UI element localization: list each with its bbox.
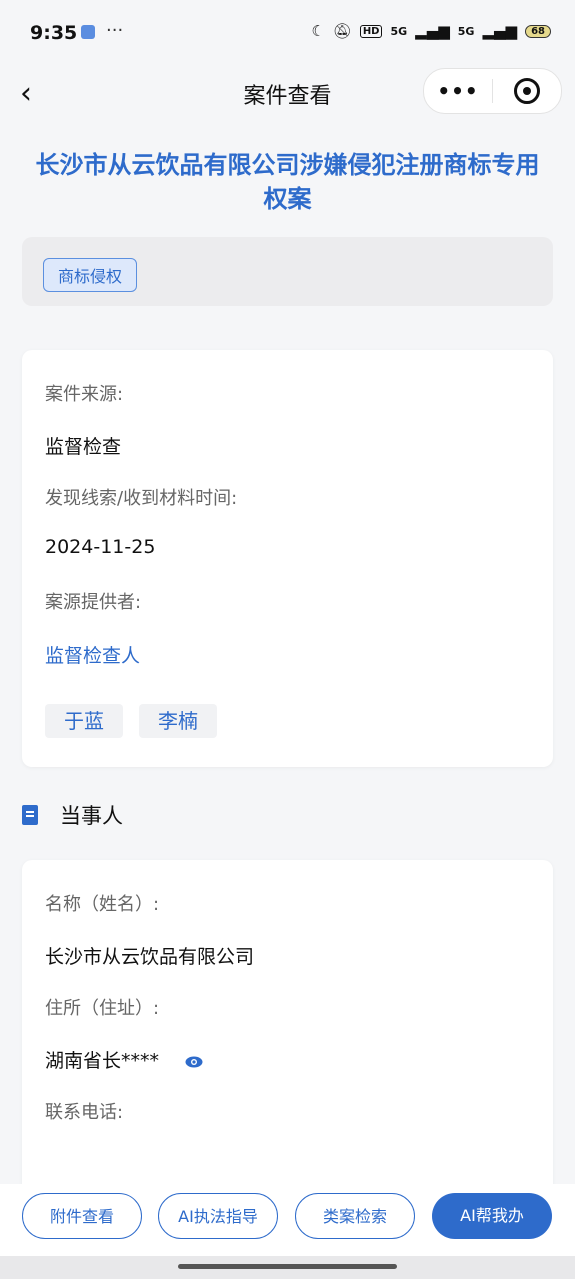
more-button[interactable]: ••• xyxy=(424,79,492,103)
phone-label: 联系电话: xyxy=(45,1102,124,1123)
ai-guide-button[interactable]: AI执法指导 xyxy=(158,1193,278,1239)
provider-label: 案源提供者: xyxy=(45,592,142,613)
case-title: 长沙市从云饮品有限公司涉嫌侵犯注册商标专用权案 xyxy=(35,151,540,213)
nav-bar: ‹ 案件查看 ••• xyxy=(0,68,575,116)
person-chip: 李楠 xyxy=(139,704,217,738)
mute-icon: 🔕︎ xyxy=(332,22,352,40)
case-info-card: 案件来源: 监督检查 发现线索/收到材料时间: 2024-11-25 案源提供者… xyxy=(22,350,553,767)
status-more: ··· xyxy=(106,20,124,41)
target-icon xyxy=(514,78,540,104)
status-bar: 9:35 ··· ☾ 🔕︎ HD 5G ▂▄▆ 5G ▂▄▆ 68 xyxy=(0,0,575,70)
similar-cases-button[interactable]: 类案检索 xyxy=(295,1193,415,1239)
signal-icon-1: 5G xyxy=(390,24,408,38)
eye-icon[interactable] xyxy=(185,1056,203,1068)
address-label: 住所（住址）: xyxy=(45,998,160,1019)
document-icon xyxy=(22,805,38,825)
party-section-header: 当事人 xyxy=(22,800,123,830)
signal-bars-icon: ▂▄▆ xyxy=(415,22,450,40)
ai-help-button[interactable]: AI帮我办 xyxy=(432,1193,552,1239)
section-title: 当事人 xyxy=(60,804,123,828)
battery-icon: 68 xyxy=(525,24,551,38)
moon-icon: ☾ xyxy=(311,22,325,40)
name-label: 名称（姓名）: xyxy=(45,894,160,915)
source-label: 案件来源: xyxy=(45,384,124,405)
case-type-tag: 商标侵权 xyxy=(43,258,138,292)
provider-value: 监督检查人 xyxy=(45,645,141,667)
source-value: 监督检查 xyxy=(45,436,122,458)
person-chip: 于蓝 xyxy=(45,704,123,738)
hd-icon: HD xyxy=(359,24,383,38)
address-text: 湖南省长**** xyxy=(45,1050,160,1072)
home-indicator-area xyxy=(0,1256,575,1279)
address-value: 湖南省长**** xyxy=(45,1046,203,1073)
status-icons: ☾ 🔕︎ HD 5G ▂▄▆ 5G ▂▄▆ 68 xyxy=(311,22,551,40)
mini-program-capsule: ••• xyxy=(423,68,562,114)
signal-bars-icon-2: ▂▄▆ xyxy=(482,22,518,40)
status-time: 9:35 xyxy=(30,22,78,44)
signal-icon-2: 5G xyxy=(457,24,475,38)
name-value: 长沙市从云饮品有限公司 xyxy=(45,946,255,968)
home-indicator[interactable] xyxy=(178,1264,397,1269)
bottom-action-bar: 附件查看 AI执法指导 类案检索 AI帮我办 xyxy=(0,1184,575,1256)
app-notification-icon xyxy=(81,25,95,39)
time-label: 发现线索/收到材料时间: xyxy=(45,488,238,509)
party-card: 名称（姓名）: 长沙市从云饮品有限公司 住所（住址）: 湖南省长**** 联系电… xyxy=(22,860,553,1200)
time-value: 2024-11-25 xyxy=(45,536,156,558)
close-target-button[interactable] xyxy=(493,78,561,104)
tag-container: 商标侵权 xyxy=(22,237,553,306)
attachments-button[interactable]: 附件查看 xyxy=(22,1193,142,1239)
